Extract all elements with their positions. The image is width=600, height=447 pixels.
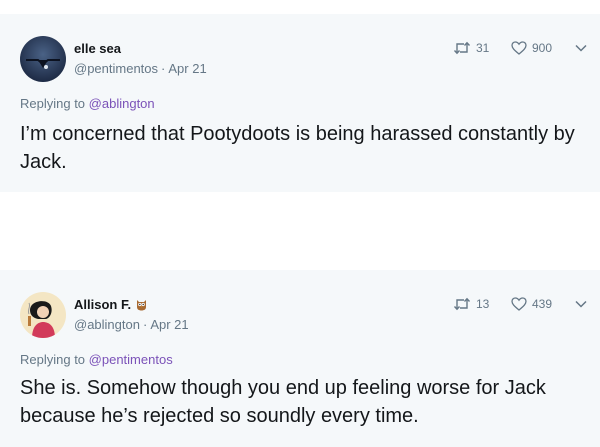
retweet-icon	[453, 41, 471, 55]
more-options-button[interactable]	[575, 44, 587, 52]
handle-and-date: @pentimentos · Apr 21	[74, 61, 207, 76]
replying-to: Replying to @pentimentos	[20, 352, 173, 367]
like-count: 900	[532, 41, 553, 55]
tweet-card[interactable]: Allison F. @ablington · Apr 21 Replying to…	[0, 270, 600, 447]
replying-prefix: Replying to	[20, 96, 86, 111]
retweet-icon	[453, 297, 471, 311]
tweet-card[interactable]: elle sea @pentimentos · Apr 21 Replying to…	[0, 14, 600, 192]
display-name[interactable]: elle sea	[74, 41, 121, 56]
more-options-button[interactable]	[575, 300, 587, 308]
tweet-actions: 31 900	[453, 40, 587, 56]
tweet-date[interactable]: Apr 21	[150, 317, 188, 332]
reply-mention-link[interactable]: @pentimentos	[89, 352, 173, 367]
user-handle[interactable]: @pentimentos	[74, 61, 158, 76]
heart-icon	[511, 41, 527, 55]
display-name: Allison F.	[74, 297, 148, 312]
handle-and-date: @ablington · Apr 21	[74, 317, 189, 332]
moon-night-avatar-icon	[20, 36, 66, 82]
retweet-count: 13	[476, 297, 490, 311]
owl-emoji-icon	[136, 300, 146, 311]
separator-dot: ·	[161, 61, 166, 76]
reply-mention-link[interactable]: @ablington	[89, 96, 155, 111]
heart-icon	[511, 297, 527, 311]
tweet-text: She is. Somehow though you end up feelin…	[20, 377, 546, 427]
replying-prefix: Replying to	[20, 352, 86, 367]
like-button[interactable]: 900	[511, 41, 569, 55]
like-count: 439	[532, 297, 553, 311]
retweet-button[interactable]: 13	[453, 297, 511, 311]
user-handle[interactable]: @ablington	[74, 317, 140, 332]
tweet-date[interactable]: Apr 21	[168, 61, 206, 76]
illustrated-woman-avatar-icon	[20, 292, 66, 338]
separator-dot: ·	[142, 317, 148, 332]
retweet-count: 31	[476, 41, 490, 55]
display-name-text[interactable]: Allison F.	[74, 297, 131, 312]
tweet-text: I’m concerned that Pootydoots is being h…	[20, 123, 575, 173]
tweet-actions: 13 439	[453, 296, 587, 312]
chevron-down-icon	[575, 44, 587, 52]
like-button[interactable]: 439	[511, 297, 569, 311]
replying-to: Replying to @ablington	[20, 96, 155, 111]
avatar[interactable]	[20, 36, 66, 82]
retweet-button[interactable]: 31	[453, 41, 511, 55]
avatar[interactable]	[20, 292, 66, 338]
chevron-down-icon	[575, 300, 587, 308]
